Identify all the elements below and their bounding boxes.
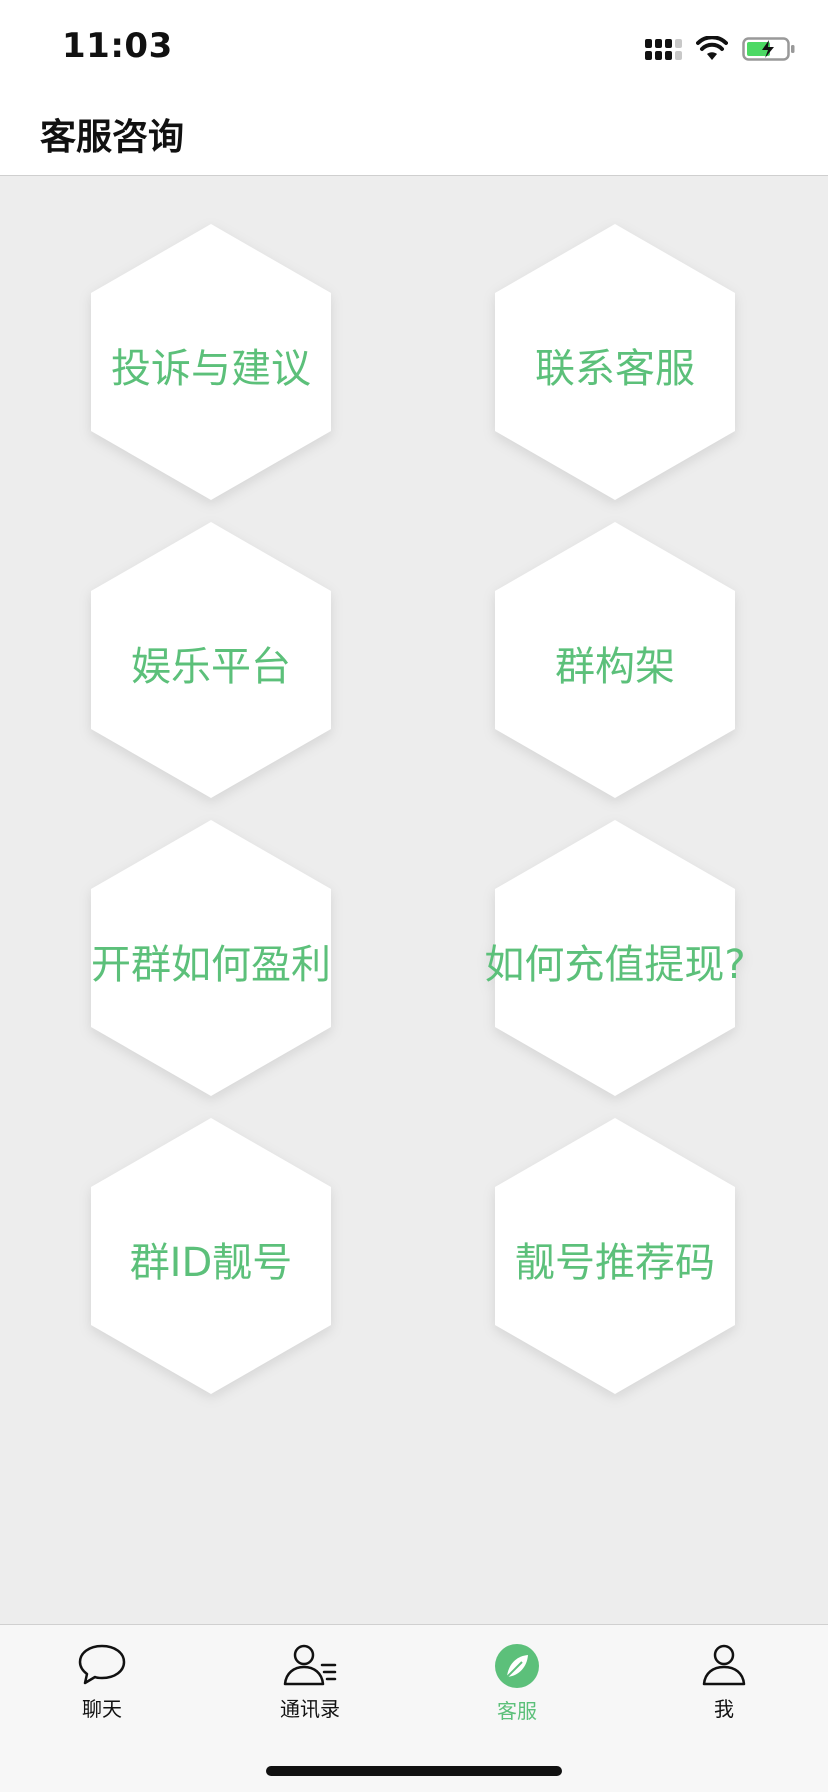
- tab-label: 聊天: [82, 1697, 122, 1721]
- tab-label: 客服: [497, 1699, 537, 1723]
- page-title: 客服咨询: [40, 117, 185, 158]
- contacts-icon: [283, 1644, 337, 1686]
- status-icons: [645, 32, 796, 66]
- status-time: 11:03: [62, 26, 173, 66]
- menu-hex-group-profit[interactable]: 开群如何盈利: [91, 820, 331, 1096]
- menu-hex-label: 如何充值提现?: [484, 942, 746, 988]
- menu-hex-label: 群ID靓号: [129, 1240, 293, 1286]
- nav-header: 客服咨询: [0, 96, 828, 176]
- status-bar: 11:03: [0, 0, 828, 96]
- menu-hex-group-structure[interactable]: 群构架: [495, 522, 735, 798]
- battery-charging-icon: [742, 37, 795, 61]
- menu-hex-label: 娱乐平台: [131, 644, 291, 690]
- tab-label: 通讯录: [280, 1697, 340, 1721]
- menu-hex-recharge-withdraw[interactable]: 如何充值提现?: [484, 820, 746, 1096]
- menu-hex-contact-support[interactable]: 联系客服: [495, 224, 735, 500]
- chat-bubble-icon: [78, 1644, 126, 1685]
- menu-hex-label: 投诉与建议: [111, 346, 311, 392]
- menu-hex-label: 靓号推荐码: [515, 1240, 715, 1286]
- person-icon: [702, 1644, 746, 1686]
- tab-label: 我: [714, 1697, 734, 1721]
- tab-customer-service[interactable]: 客服: [457, 1643, 577, 1733]
- tab-chat[interactable]: 聊天: [42, 1643, 162, 1733]
- menu-hex-entertainment-platform[interactable]: 娱乐平台: [91, 522, 331, 798]
- tab-contacts[interactable]: 通讯录: [250, 1643, 370, 1733]
- leaf-compass-icon: [495, 1644, 539, 1688]
- menu-hex-complaints[interactable]: 投诉与建议: [91, 224, 331, 500]
- menu-hex-label: 开群如何盈利: [91, 942, 331, 988]
- cellular-signal-icon: [645, 38, 682, 60]
- wifi-icon: [696, 36, 728, 60]
- tab-me[interactable]: 我: [664, 1643, 784, 1733]
- menu-hex-label: 群构架: [555, 644, 675, 690]
- screen: 11:03 客服咨询 投诉与建议 联系客服 娱乐平台 群构架 开群如何盈利 如何…: [0, 0, 828, 1792]
- service-menu-grid: 投诉与建议 联系客服 娱乐平台 群构架 开群如何盈利 如何充值提现? 群ID靓号: [0, 176, 828, 1624]
- menu-hex-group-id-vanity[interactable]: 群ID靓号: [91, 1118, 331, 1394]
- menu-hex-label: 联系客服: [535, 346, 695, 392]
- menu-hex-vanity-referral-code[interactable]: 靓号推荐码: [495, 1118, 735, 1394]
- home-indicator[interactable]: [266, 1766, 562, 1776]
